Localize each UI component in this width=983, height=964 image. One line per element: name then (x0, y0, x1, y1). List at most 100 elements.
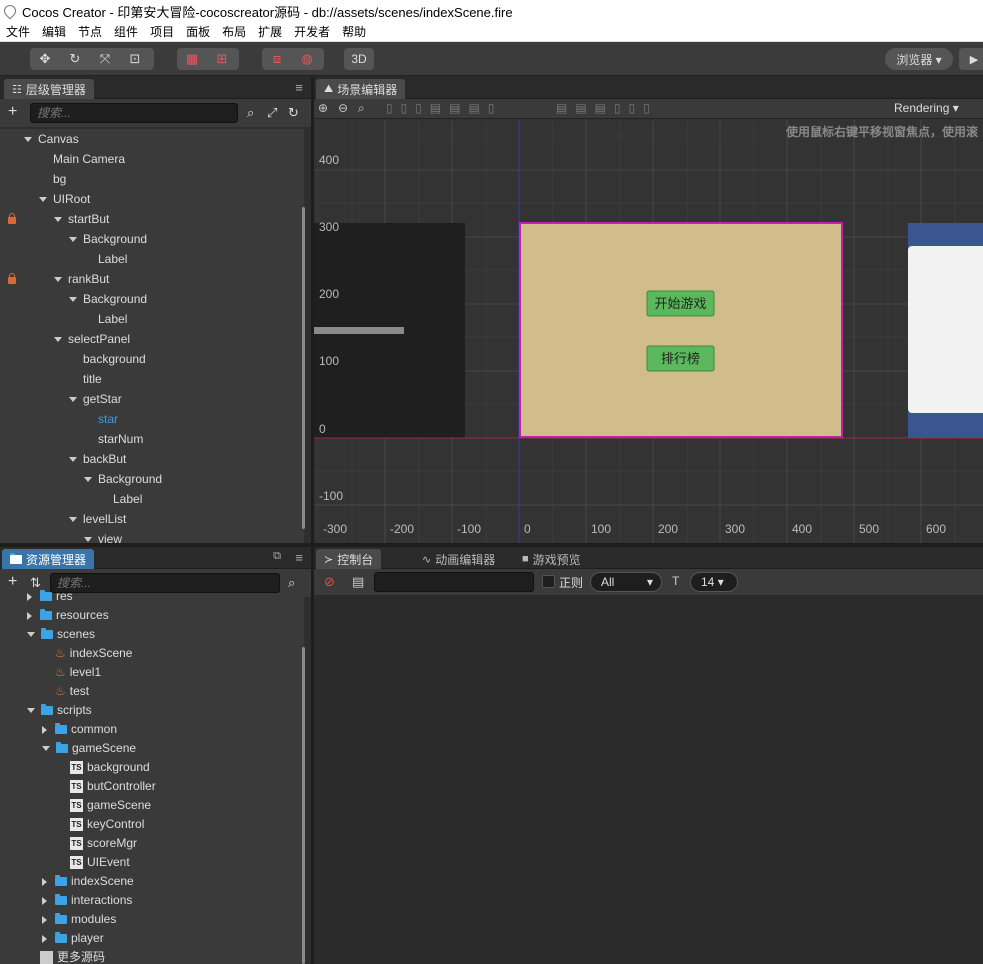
pivot-global-icon[interactable]: ⊞ (207, 48, 237, 70)
hierarchy-node[interactable]: levelList (0, 509, 304, 529)
white-card-node[interactable] (908, 246, 983, 413)
open-log-icon[interactable]: ▤ (352, 574, 364, 590)
snap-icon[interactable]: ⧈ (262, 48, 292, 70)
asset-folder[interactable]: interactions (0, 891, 304, 910)
asset-folder[interactable]: gameScene (0, 739, 304, 758)
index-panel-node[interactable] (519, 222, 843, 438)
preview-browser-dropdown[interactable]: 浏览器 ▾ (885, 48, 953, 70)
zoom-in-icon[interactable]: ⊕ (318, 101, 328, 115)
tab-hierarchy[interactable]: ☷ 层级管理器 (4, 79, 94, 99)
hierarchy-node[interactable]: Label (0, 249, 304, 269)
refresh-icon[interactable]: ↻ (288, 105, 299, 121)
menu-layout[interactable]: 布局 (222, 23, 246, 40)
panel-menu-icon[interactable]: ≡ (295, 80, 303, 95)
lock-icon[interactable] (8, 273, 16, 284)
expand-arrow-icon[interactable] (27, 708, 35, 714)
asset-item[interactable]: TS gameScene (0, 796, 304, 815)
asset-folder[interactable]: modules (0, 910, 304, 929)
hierarchy-node[interactable]: Label (0, 309, 304, 329)
hierarchy-node[interactable]: Main Camera (0, 149, 304, 169)
hierarchy-node[interactable]: rankBut (0, 269, 304, 289)
expand-arrow-icon[interactable] (84, 537, 92, 543)
hierarchy-scrollbar[interactable] (302, 207, 305, 529)
asset-item[interactable]: TS UIEvent (0, 853, 304, 872)
tab-game-preview[interactable]: ■ 游戏预览 (514, 549, 589, 569)
regex-checkbox[interactable] (542, 575, 555, 588)
scene-canvas[interactable] (314, 120, 983, 543)
asset-item[interactable]: ♨ level1 (0, 663, 304, 682)
asset-item[interactable]: ♨ test (0, 682, 304, 701)
hierarchy-node[interactable]: star (0, 409, 304, 429)
asset-item[interactable]: 更多源码 (0, 948, 304, 964)
expand-arrow-icon[interactable] (54, 217, 62, 223)
hierarchy-node[interactable]: title (0, 369, 304, 389)
expand-arrow-icon[interactable] (42, 746, 50, 752)
distribute-tools-icon[interactable]: ▤▤▤▯▯▯ (556, 101, 658, 115)
zoom-out-icon[interactable]: ⊖ (338, 101, 348, 115)
search-icon[interactable]: ⌕ (247, 105, 254, 121)
expand-arrow-icon[interactable] (69, 517, 77, 523)
hierarchy-node[interactable]: getStar (0, 389, 304, 409)
log-level-dropdown[interactable]: All ▾ (590, 572, 662, 592)
expand-arrow-icon[interactable] (69, 397, 77, 403)
expand-arrow-icon[interactable] (42, 934, 47, 943)
asset-folder[interactable]: scenes (0, 625, 304, 644)
tab-animation-editor[interactable]: ∿ 动画编辑器 (414, 549, 503, 569)
gizmo-icon[interactable]: ◍ (292, 48, 322, 70)
tab-console[interactable]: ≻ 控制台 (316, 549, 382, 569)
asset-folder[interactable]: scripts (0, 701, 304, 720)
hierarchy-node[interactable]: Background (0, 229, 304, 249)
asset-folder[interactable]: indexScene (0, 872, 304, 891)
hierarchy-node[interactable]: selectPanel (0, 329, 304, 349)
menu-node[interactable]: 节点 (78, 23, 102, 40)
menu-component[interactable]: 组件 (114, 23, 138, 40)
expand-arrow-icon[interactable] (42, 725, 47, 734)
align-tools-icon[interactable]: ▯▯▯▤▤▤▯ (386, 101, 502, 115)
expand-all-icon[interactable]: ⤢ (267, 105, 277, 121)
expand-arrow-icon[interactable] (27, 592, 32, 601)
hierarchy-node[interactable]: Label (0, 489, 304, 509)
asset-item[interactable]: TS scoreMgr (0, 834, 304, 853)
panel-menu-icon[interactable]: ≡ (295, 550, 303, 565)
hierarchy-node[interactable]: Canvas (0, 129, 304, 149)
expand-arrow-icon[interactable] (84, 477, 92, 483)
rendering-dropdown[interactable]: Rendering ▾ (894, 101, 959, 115)
menu-developer[interactable]: 开发者 (294, 23, 330, 40)
hierarchy-node[interactable]: startBut (0, 209, 304, 229)
expand-arrow-icon[interactable] (69, 297, 77, 303)
scene-viewport[interactable]: 开始游戏 排行榜 使用鼠标右键平移视窗焦点，使用滚 400 300 200 10… (314, 120, 983, 543)
move-tool-icon[interactable]: ✥ (30, 48, 60, 70)
toggle-3d-button[interactable]: 3D (344, 48, 374, 70)
asset-item[interactable]: TS keyControl (0, 815, 304, 834)
hierarchy-node[interactable]: backBut (0, 449, 304, 469)
hierarchy-search-input[interactable]: 搜索... (30, 103, 238, 123)
asset-folder[interactable]: resources (0, 606, 304, 625)
rect-tool-icon[interactable]: ⊡ (120, 48, 150, 70)
expand-arrow-icon[interactable] (42, 877, 47, 886)
font-size-dropdown[interactable]: 14 ▾ (690, 572, 738, 592)
asset-folder[interactable]: res (0, 587, 304, 606)
hierarchy-node[interactable]: Background (0, 469, 304, 489)
expand-arrow-icon[interactable] (42, 915, 47, 924)
play-icon[interactable]: ▶ (959, 48, 983, 70)
lock-icon[interactable] (8, 213, 16, 224)
expand-arrow-icon[interactable] (27, 611, 32, 620)
rotate-tool-icon[interactable]: ↻ (60, 48, 90, 70)
assets-scrollbar[interactable] (302, 647, 305, 964)
menu-extension[interactable]: 扩展 (258, 23, 282, 40)
menu-edit[interactable]: 编辑 (42, 23, 66, 40)
expand-arrow-icon[interactable] (69, 457, 77, 463)
expand-arrow-icon[interactable] (42, 896, 47, 905)
expand-arrow-icon[interactable] (27, 632, 35, 638)
asset-folder[interactable]: common (0, 720, 304, 739)
hierarchy-node[interactable]: Background (0, 289, 304, 309)
pivot-local-icon[interactable]: ▦ (177, 48, 207, 70)
asset-item[interactable]: TS butController (0, 777, 304, 796)
asset-item[interactable]: ♨ indexScene (0, 644, 304, 663)
asset-item[interactable]: TS background (0, 758, 304, 777)
expand-arrow-icon[interactable] (54, 277, 62, 283)
tab-scene-editor[interactable]: ⛰ 场景编辑器 (316, 79, 406, 99)
hierarchy-node[interactable]: starNum (0, 429, 304, 449)
scale-tool-icon[interactable]: ⤧ (90, 48, 120, 70)
asset-folder[interactable]: player (0, 929, 304, 948)
